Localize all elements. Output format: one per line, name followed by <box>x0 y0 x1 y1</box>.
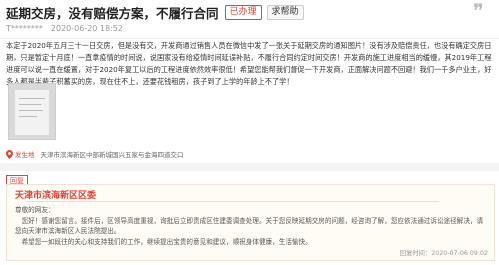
header-divider <box>0 38 499 39</box>
quote-icon: ❞ <box>473 0 484 23</box>
reply-time: 回复时间：2020-07-06 09:02 <box>399 250 488 257</box>
document-line <box>19 98 45 99</box>
reply-paragraph: 希望您一如既往的关心和支持我们的工作，继续提出宝贵的意见和建议，顺祝身体健康，生… <box>21 237 312 246</box>
reply-divider <box>27 201 439 202</box>
reply-paragraph: 您好！感谢您留言。接件后，区领导高度重视，询批后立即责成区住建委调查处理。关于您… <box>15 216 484 236</box>
reply-panel: 天津市滨海新区区委 尊敬的网友： 您好！感谢您留言。接件后，区领导高度重视，询批… <box>6 184 495 261</box>
reply-greeting: 尊敬的网友： <box>15 206 55 214</box>
category-badge[interactable]: 求帮助 <box>266 4 304 20</box>
post-author[interactable]: T******** <box>6 24 43 33</box>
reply-organization: 天津市滨海新区区委 <box>15 191 97 201</box>
document-line <box>19 116 37 117</box>
document-line <box>19 104 41 105</box>
post-title: 延期交房，没有赔偿方案，不履行合同 <box>6 5 219 21</box>
location-row: 发生地 天津市滨海新区中部新城国兴五家与金海四道交口 <box>6 149 184 159</box>
location-label: 发生地 <box>15 151 35 159</box>
title-row: 延期交房，没有赔偿方案，不履行合同 已办理 求帮助 <box>6 4 493 21</box>
post-body: 本定于2020年五月三十一日交房，但是没有交，开发商通过销售人员在微信中发了一张… <box>6 41 492 86</box>
document-photo-icon <box>15 90 49 135</box>
post-meta: T******** 2020-06-20 18:52 <box>6 24 493 33</box>
section-separator <box>0 163 499 171</box>
status-badge: 已办理 <box>224 4 262 20</box>
document-line <box>19 110 43 111</box>
location-pin-icon <box>6 149 13 159</box>
attachment-image[interactable] <box>8 83 56 140</box>
location-text: 天津市滨海新区中部新城国兴五家与金海四道交口 <box>40 151 184 159</box>
reply-content: 尊敬的网友： 您好！感谢您留言。接件后，区领导高度重视，询批后立即责成区住建委调… <box>15 205 485 247</box>
post-date: 2020-06-20 18:52 <box>50 24 123 33</box>
post-header: 延期交房，没有赔偿方案，不履行合同 已办理 求帮助 T******** 2020… <box>0 0 499 38</box>
